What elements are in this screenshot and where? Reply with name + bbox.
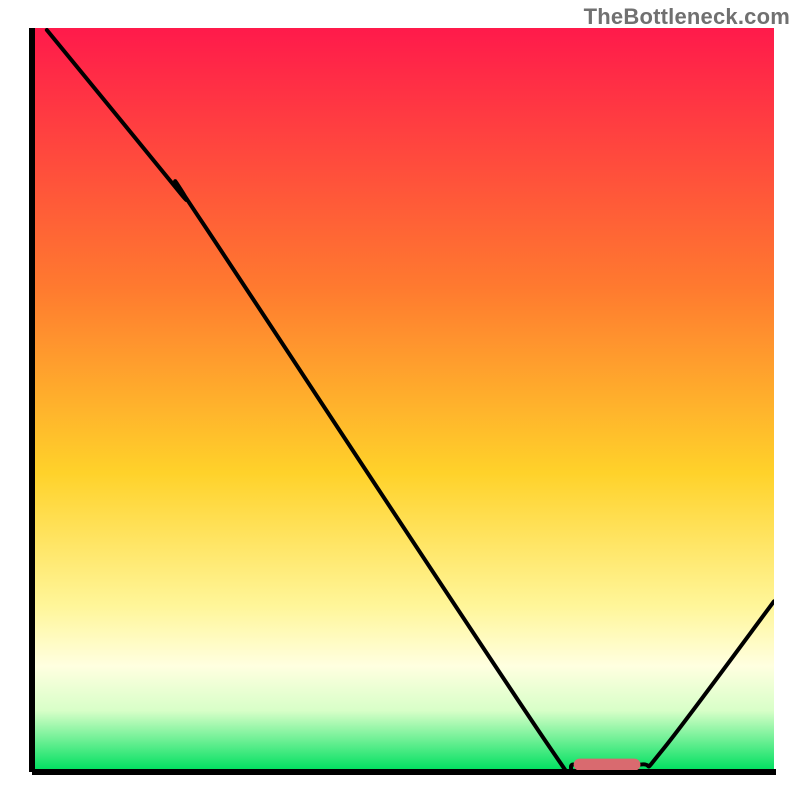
plot-background — [32, 28, 774, 770]
chart-svg — [0, 0, 800, 800]
attribution-label: TheBottleneck.com — [584, 4, 790, 30]
optimal-range-marker — [574, 759, 641, 771]
bottleneck-chart: TheBottleneck.com — [0, 0, 800, 800]
